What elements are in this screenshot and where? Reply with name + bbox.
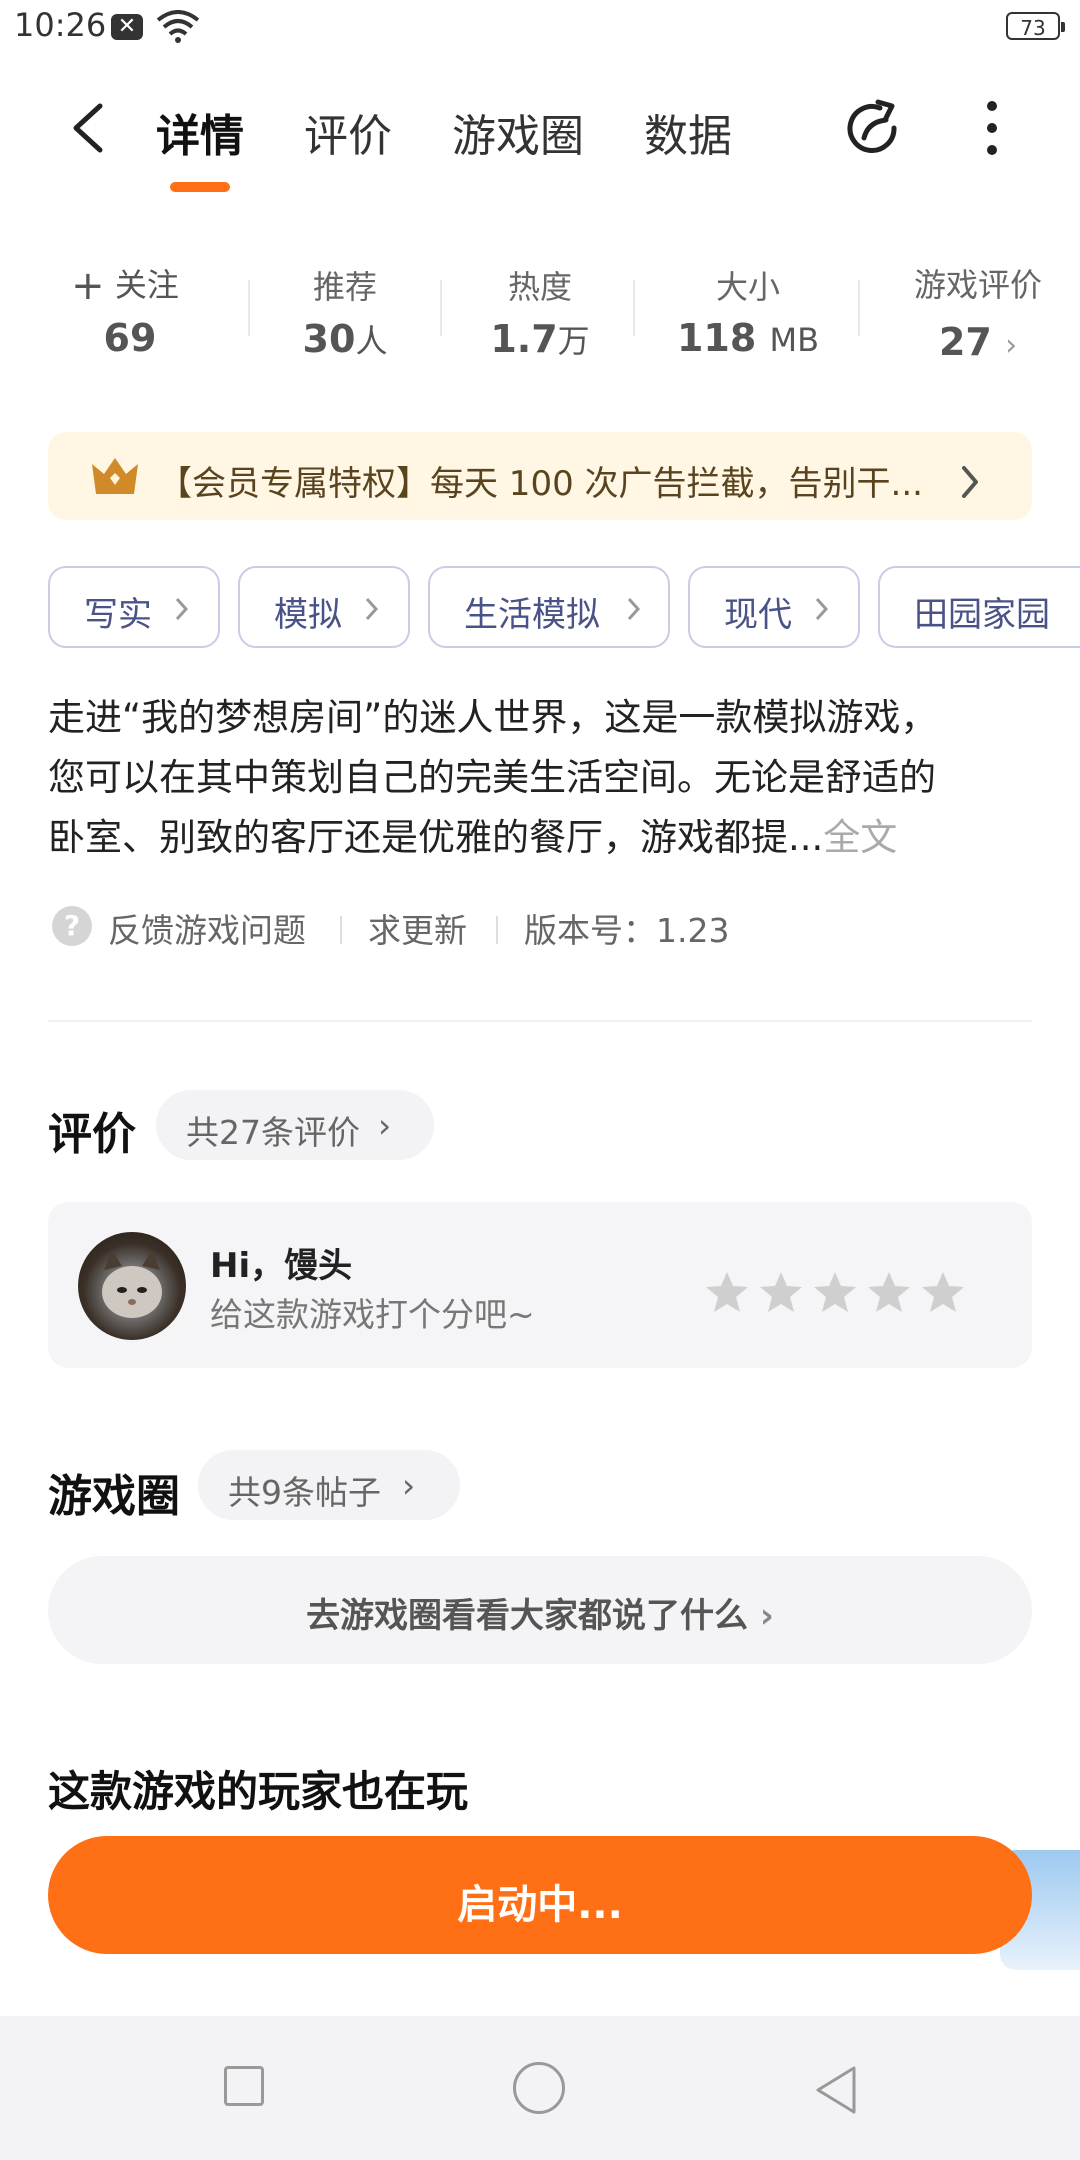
battery-indicator: 73 xyxy=(1006,12,1065,40)
size-count: 118 xyxy=(676,316,757,360)
star-icon[interactable] xyxy=(866,1270,912,1314)
follow-label: 关注 xyxy=(114,266,179,304)
visit-game-circle-label: 去游戏圈看看大家都说了什么 › xyxy=(48,1588,1032,1637)
chevron-right-icon xyxy=(174,596,190,626)
rating-label: 游戏评价 xyxy=(913,266,1042,304)
tag-pastoral[interactable]: 田园家园 xyxy=(878,566,1080,648)
tab-details[interactable]: 详情 xyxy=(156,100,244,164)
star-icon[interactable] xyxy=(920,1270,966,1314)
reviews-section-title: 评价 xyxy=(48,1109,136,1160)
tag-simulation[interactable]: 模拟 xyxy=(238,566,410,648)
chevron-right-icon xyxy=(626,596,642,626)
heat-label: 热度 xyxy=(507,268,572,306)
size-unit: MB xyxy=(769,321,820,359)
game-circle-section-title: 游戏圈 xyxy=(48,1471,180,1522)
recommend-label: 推荐 xyxy=(312,268,377,306)
back-arrow-icon[interactable] xyxy=(66,100,110,156)
meta-divider xyxy=(496,916,498,944)
chevron-right-icon: › xyxy=(378,1106,392,1145)
chevron-right-icon xyxy=(364,596,380,626)
star-icon[interactable] xyxy=(704,1270,750,1314)
rate-hint-text: 给这款游戏打个分吧~ xyxy=(210,1295,535,1334)
status-time: 10:26 xyxy=(14,6,107,44)
tag-modern[interactable]: 现代 xyxy=(688,566,860,648)
tag-label: 田园家园 xyxy=(914,595,1050,635)
recommend-value: 30人 xyxy=(270,316,420,362)
tag-label: 生活模拟 xyxy=(464,595,600,635)
plus-icon: + xyxy=(71,263,105,309)
notification-icon: ✕ xyxy=(111,14,143,40)
back-triangle-icon[interactable] xyxy=(810,2062,862,2118)
tab-game-circle[interactable]: 游戏圈 xyxy=(452,100,584,164)
question-icon: ? xyxy=(52,906,92,946)
launch-button-label: 启动中... xyxy=(457,1882,623,1928)
tab-data[interactable]: 数据 xyxy=(644,100,732,164)
vip-banner-text: 【会员专属特权】每天 100 次广告拦截，告别干... xyxy=(158,464,923,504)
also-playing-title: 这款游戏的玩家也在玩 xyxy=(48,1767,469,1816)
follow-count: 69 xyxy=(103,316,157,360)
stat-divider xyxy=(858,280,860,336)
request-update-link[interactable]: 求更新 xyxy=(368,904,467,952)
heat-unit: 万 xyxy=(557,322,590,360)
description-line-last: 卧室、别致的客厅还是优雅的餐厅，游戏都提...全文 xyxy=(48,808,1038,868)
posts-count-label: 共9条帖子 xyxy=(228,1473,381,1512)
rating-count: 27 xyxy=(938,320,992,364)
tag-label: 写实 xyxy=(84,595,152,635)
tag-label: 现代 xyxy=(724,595,792,635)
description-line: 卧室、别致的客厅还是优雅的餐厅，游戏都提... xyxy=(48,816,824,859)
posts-count-pill[interactable]: 共9条帖子 › xyxy=(198,1450,460,1520)
battery-level: 73 xyxy=(1020,16,1046,40)
section-divider xyxy=(48,1020,1032,1022)
star-icon[interactable] xyxy=(758,1270,804,1314)
chevron-right-icon xyxy=(814,596,830,626)
heat-value: 1.7万 xyxy=(465,316,615,362)
recommend-unit: 人 xyxy=(355,322,388,360)
recommend-count: 30 xyxy=(302,317,356,361)
reviews-count-label: 共27条评价 xyxy=(186,1113,360,1152)
stat-divider xyxy=(440,280,442,336)
stat-divider xyxy=(633,280,635,336)
active-tab-indicator xyxy=(170,182,230,192)
greeting-text: Hi，馒头 xyxy=(210,1246,353,1286)
stat-divider xyxy=(248,280,250,336)
heat-count: 1.7 xyxy=(490,317,558,361)
more-options-icon[interactable] xyxy=(982,100,1002,156)
chevron-right-icon: › xyxy=(402,1466,416,1505)
launch-button[interactable]: 启动中... xyxy=(48,1836,1032,1954)
reviews-count-pill[interactable]: 共27条评价 › xyxy=(156,1090,434,1160)
size-value: 118 MB xyxy=(668,316,828,360)
wifi-icon xyxy=(156,10,200,43)
star-icon[interactable] xyxy=(812,1270,858,1314)
tag-label: 模拟 xyxy=(274,595,342,635)
chevron-right-icon: › xyxy=(1005,328,1018,363)
meta-divider xyxy=(340,916,342,944)
expand-full-text-link[interactable]: 全文 xyxy=(823,816,897,859)
tag-life-sim[interactable]: 生活模拟 xyxy=(428,566,670,648)
home-icon[interactable] xyxy=(513,2062,565,2114)
crown-icon xyxy=(92,458,138,494)
follow-button[interactable]: + 关注 xyxy=(60,260,190,309)
tag-realistic[interactable]: 写实 xyxy=(48,566,220,648)
share-icon[interactable] xyxy=(842,98,906,162)
chevron-right-icon: › xyxy=(759,1596,774,1636)
feedback-link[interactable]: 反馈游戏问题 xyxy=(108,904,306,952)
recents-icon[interactable] xyxy=(224,2066,264,2106)
visit-game-circle-button[interactable]: 去游戏圈看看大家都说了什么 › xyxy=(48,1556,1032,1664)
visit-game-circle-text: 去游戏圈看看大家都说了什么 xyxy=(306,1596,749,1636)
size-label: 大小 xyxy=(715,268,780,306)
version-text: 版本号：1.23 xyxy=(524,911,730,950)
avatar xyxy=(78,1232,186,1340)
chevron-right-icon xyxy=(962,466,978,498)
tab-reviews[interactable]: 评价 xyxy=(304,100,392,164)
rating-entry[interactable]: 游戏评价 27 › xyxy=(888,260,1068,364)
description-line: 您可以在其中策划自己的完美生活空间。无论是舒适的 xyxy=(48,756,936,799)
description-line: 走进“我的梦想房间”的迷人世界，这是一款模拟游戏， xyxy=(48,696,938,739)
